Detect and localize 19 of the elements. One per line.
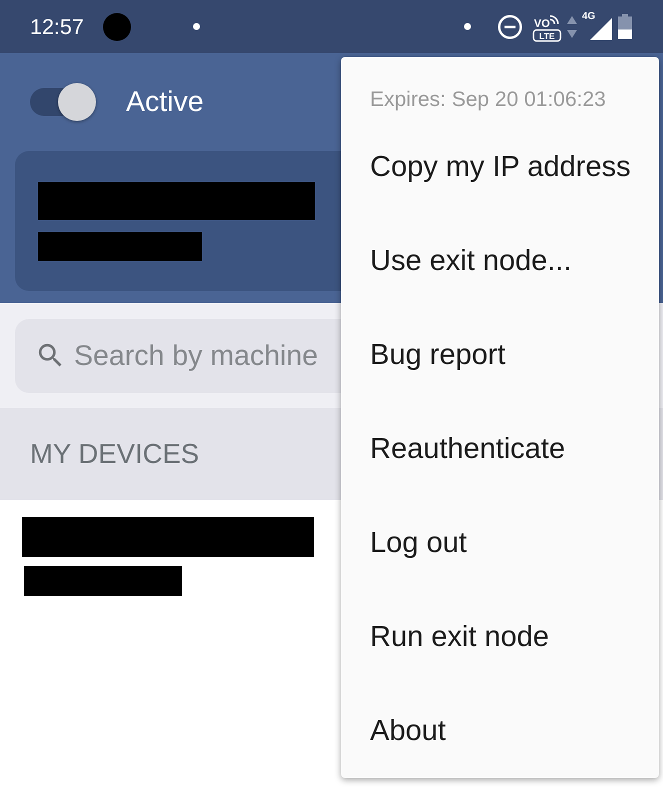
clock-time: 12:57 — [30, 14, 84, 38]
camera-cutout-icon — [102, 12, 131, 40]
active-toggle[interactable] — [30, 83, 96, 121]
menu-item[interactable]: Reauthenticate — [341, 402, 659, 496]
toggle-label: Active — [126, 86, 204, 118]
section-title: MY DEVICES — [30, 438, 200, 470]
menu-item[interactable]: Copy my IP address — [341, 120, 659, 214]
menu-item[interactable]: Log out — [341, 496, 659, 590]
menu-item[interactable]: Run exit node — [341, 590, 659, 684]
do-not-disturb-icon — [498, 14, 522, 38]
expiry-text: Expires: Sep 20 01:06:23 — [370, 88, 606, 111]
menu-item[interactable]: Use exit node... — [341, 214, 659, 308]
notification-dot-icon — [192, 23, 200, 30]
signal-icon — [590, 18, 612, 40]
data-arrows-icon — [566, 16, 578, 38]
notification-dot-icon — [464, 23, 471, 30]
network-type-label: 4G — [582, 10, 596, 22]
menu-item[interactable]: About — [341, 684, 659, 778]
battery-icon — [618, 14, 632, 39]
